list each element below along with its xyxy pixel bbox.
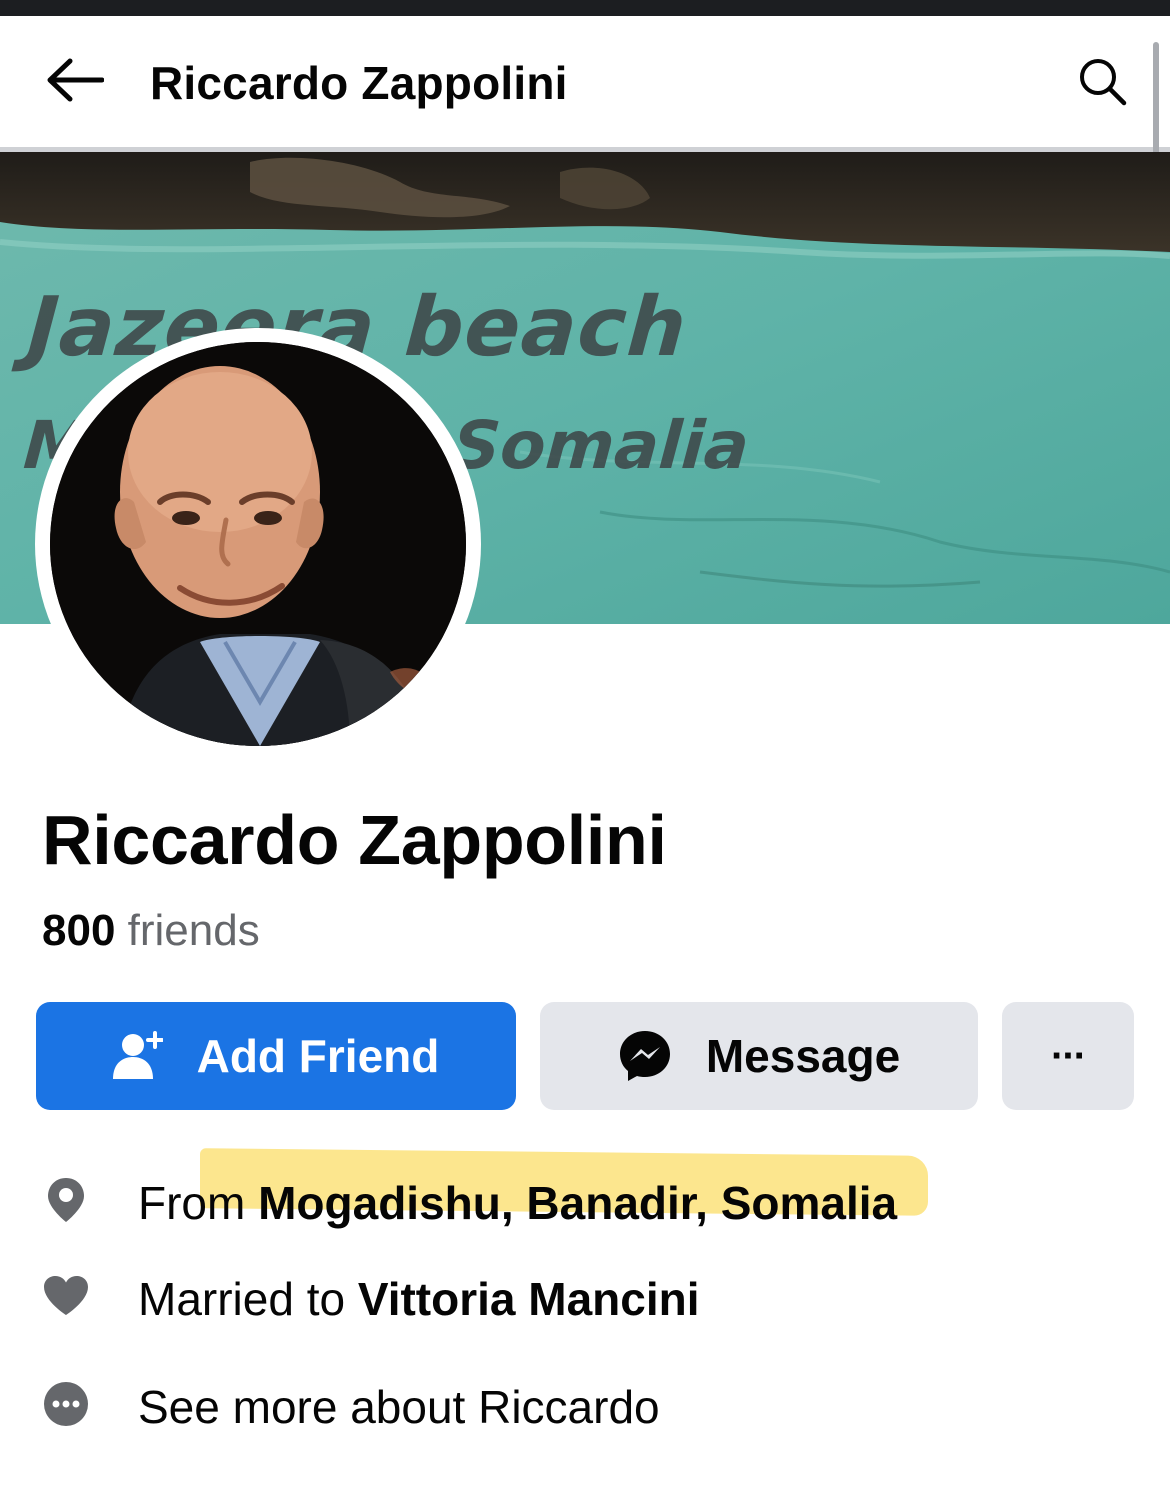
- heart-icon: [42, 1272, 90, 1320]
- add-friend-button[interactable]: Add Friend: [36, 1002, 516, 1110]
- hometown-prefix: From: [138, 1177, 259, 1229]
- search-button[interactable]: [1068, 52, 1138, 116]
- see-more-text: See more about Riccardo: [138, 1381, 660, 1433]
- message-label: Message: [705, 1030, 901, 1082]
- detail-relationship[interactable]: Married to Vittoria Mancini: [0, 1254, 1170, 1344]
- messenger-icon: [618, 1029, 672, 1083]
- detail-see-more[interactable]: See more about Riccardo: [0, 1362, 1170, 1452]
- top-bar: Riccardo Zappolini: [0, 16, 1170, 168]
- back-arrow-icon: [44, 57, 105, 108]
- scrollbar[interactable]: [1153, 42, 1159, 168]
- search-icon: [1078, 57, 1128, 112]
- location-pin-icon: [42, 1176, 90, 1224]
- add-friend-label: Add Friend: [196, 1030, 440, 1082]
- back-button[interactable]: [38, 52, 110, 112]
- relationship-prefix: Married to: [138, 1273, 358, 1325]
- friend-count-number: 800: [42, 906, 116, 955]
- detail-hometown[interactable]: From Mogadishu, Banadir, Somalia: [0, 1158, 1170, 1248]
- hometown-value: Mogadishu, Banadir, Somalia: [258, 1177, 898, 1229]
- add-person-icon: [112, 1031, 163, 1081]
- friends-label: friends: [127, 906, 260, 955]
- relationship-value: Vittoria Mancini: [357, 1273, 700, 1325]
- status-strip: [0, 0, 1170, 16]
- relationship-text: Married to Vittoria Mancini: [138, 1272, 700, 1326]
- hometown-text: From Mogadishu, Banadir, Somalia: [138, 1176, 897, 1230]
- profile-avatar[interactable]: [50, 342, 466, 746]
- topbar-title: Riccardo Zappolini: [150, 57, 568, 109]
- profile-name: Riccardo Zappolini: [42, 801, 667, 879]
- more-options-button[interactable]: ···: [1002, 1002, 1134, 1110]
- more-options-label: ···: [1051, 1033, 1087, 1078]
- friends-count[interactable]: 800 friends: [42, 906, 260, 956]
- message-button[interactable]: Message: [540, 1002, 978, 1110]
- more-dots-icon: [42, 1380, 90, 1428]
